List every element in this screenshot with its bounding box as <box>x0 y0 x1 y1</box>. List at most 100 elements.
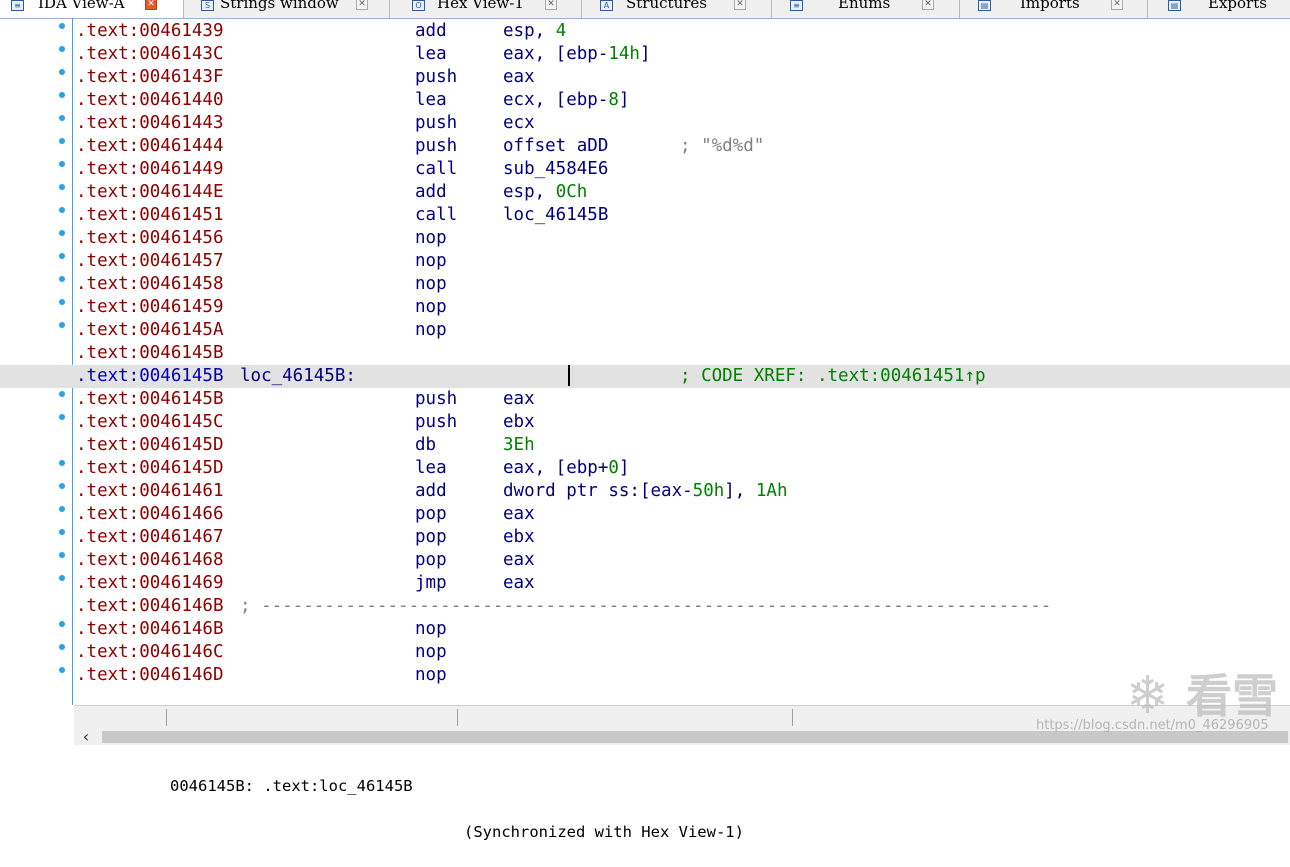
breakpoint-bullet-icon[interactable] <box>59 230 65 236</box>
breakpoint-bullet-icon[interactable] <box>59 506 65 512</box>
operand-text: eax <box>503 504 535 524</box>
tab-hex-view-1[interactable]: O Hex View-1 ✕ <box>390 0 582 18</box>
breakpoint-bullet-icon[interactable] <box>59 299 65 305</box>
close-icon[interactable]: ✕ <box>1111 0 1123 10</box>
row-mnemonic: call <box>415 159 458 179</box>
row-mnemonic: push <box>415 412 458 432</box>
listing-row[interactable]: .text:0046145B <box>0 342 1290 365</box>
listing-row[interactable]: .text:00461457 nop <box>0 250 1290 273</box>
breakpoint-bullet-icon[interactable] <box>59 184 65 190</box>
row-address: .text:0046146B <box>76 619 224 639</box>
listing-row[interactable]: .text:0046143F push eax <box>0 66 1290 89</box>
listing-row[interactable]: .text:0046143C lea eax, [ebp-14h] <box>0 43 1290 66</box>
listing-row[interactable]: .text:0046145B loc_46145B: ; CODE XREF: .t… <box>0 365 1290 388</box>
listing-row[interactable]: .text:00461458 nop <box>0 273 1290 296</box>
breakpoint-bullet-icon[interactable] <box>59 621 65 627</box>
listing-row[interactable]: .text:00461440 lea ecx, [ebp-8] <box>0 89 1290 112</box>
tab-ida-view-a[interactable]: ≡ IDA View-A ✕ <box>0 0 184 18</box>
breakpoint-bullet-icon[interactable] <box>59 644 65 650</box>
row-operands: ecx, [ebp-8] <box>503 89 629 112</box>
listing-row[interactable]: .text:0046145D lea eax, [ebp+0] <box>0 457 1290 480</box>
exports-icon: ▤ <box>1168 0 1181 11</box>
listing-row[interactable]: .text:0046145C push ebx <box>0 411 1290 434</box>
operand-number: 0Ch <box>555 182 588 202</box>
listing-row[interactable]: .text:00461443 push ecx <box>0 112 1290 135</box>
row-comment: ; "%d%d" <box>680 136 765 156</box>
breakpoint-bullet-icon[interactable] <box>59 483 65 489</box>
listing-row[interactable]: .text:0046145A nop <box>0 319 1290 342</box>
tab-exports[interactable]: ▤ Exports <box>1148 0 1290 18</box>
horizontal-scrollbar[interactable]: ‹ <box>74 729 1290 745</box>
scroll-left-arrow-icon[interactable]: ‹ <box>76 729 96 745</box>
row-xref-comment[interactable]: ; CODE XREF: .text:00461451↑p <box>680 365 986 388</box>
listing-row[interactable]: .text:0046146B nop <box>0 618 1290 641</box>
breakpoint-bullet-icon[interactable] <box>59 575 65 581</box>
listing-row[interactable]: .text:00461444 push offset aDD ; "%d%d" <box>0 135 1290 158</box>
row-mnemonic: pop <box>415 550 447 570</box>
listing-row[interactable]: .text:0046145B push eax <box>0 388 1290 411</box>
listing-row[interactable]: .text:00461451 call loc_46145B <box>0 204 1290 227</box>
row-address: .text:0046145B <box>76 343 224 363</box>
row-mnemonic: call <box>415 205 458 225</box>
operand-text: offset aDD <box>503 136 609 156</box>
listing-row[interactable]: .text:00461461 add dword ptr ss:[eax-50h],… <box>0 480 1290 503</box>
tab-strings-window[interactable]: S Strings window ✕ <box>184 0 390 18</box>
listing-row[interactable]: .text:00461456 nop <box>0 227 1290 250</box>
scrollbar-thumb[interactable] <box>102 731 1288 743</box>
listing-row[interactable]: .text:0046145D db 3Eh <box>0 434 1290 457</box>
close-icon[interactable]: ✕ <box>145 0 157 10</box>
breakpoint-bullet-icon[interactable] <box>59 276 65 282</box>
tab-enums[interactable]: ≡ Enums ✕ <box>772 0 960 18</box>
close-icon[interactable]: ✕ <box>545 0 557 10</box>
breakpoint-bullet-icon[interactable] <box>59 115 65 121</box>
close-icon[interactable]: ✕ <box>356 0 368 10</box>
row-operands: eax <box>503 572 535 595</box>
operand-text: eax, [ebp+ <box>503 458 609 478</box>
breakpoint-bullet-icon[interactable] <box>59 92 65 98</box>
listing-row[interactable]: .text:0046146C nop <box>0 641 1290 664</box>
breakpoint-bullet-icon[interactable] <box>59 460 65 466</box>
row-address: .text:0046143C <box>76 44 224 64</box>
listing-row[interactable]: .text:00461467 pop ebx <box>0 526 1290 549</box>
row-address: .text:00461444 <box>76 136 224 156</box>
listing-row[interactable]: .text:00461468 pop eax <box>0 549 1290 572</box>
row-operands: eax <box>503 503 535 526</box>
breakpoint-bullet-icon[interactable] <box>59 529 65 535</box>
close-icon[interactable]: ✕ <box>734 0 746 10</box>
breakpoint-bullet-icon[interactable] <box>59 552 65 558</box>
row-label[interactable]: loc_46145B: <box>240 365 356 388</box>
breakpoint-bullet-icon[interactable] <box>59 23 65 29</box>
tab-structures[interactable]: A Structures ✕ <box>582 0 772 18</box>
breakpoint-bullet-icon[interactable] <box>59 414 65 420</box>
close-icon[interactable]: ✕ <box>922 0 934 10</box>
row-address: .text:00461469 <box>76 573 224 593</box>
imports-icon: ▤ <box>978 0 991 11</box>
breakpoint-bullet-icon[interactable] <box>59 391 65 397</box>
row-mnemonic: nop <box>415 665 447 685</box>
status-divider <box>166 709 167 726</box>
operand-text: dword ptr ss:[eax- <box>503 481 693 501</box>
listing-row[interactable]: .text:00461469 jmp eax <box>0 572 1290 595</box>
listing-row[interactable]: .text:00461449 call sub_4584E6 <box>0 158 1290 181</box>
breakpoint-bullet-icon[interactable] <box>59 253 65 259</box>
listing-row[interactable]: .text:00461459 nop <box>0 296 1290 319</box>
breakpoint-bullet-icon[interactable] <box>59 207 65 213</box>
operand-text: sub_4584E6 <box>503 159 609 179</box>
operand-text: eax <box>503 67 535 87</box>
breakpoint-bullet-icon[interactable] <box>59 667 65 673</box>
breakpoint-bullet-icon[interactable] <box>59 69 65 75</box>
breakpoint-bullet-icon[interactable] <box>59 138 65 144</box>
tab-imports[interactable]: ▤ Imports ✕ <box>960 0 1148 18</box>
listing-row[interactable]: .text:00461439 add esp, 4 <box>0 20 1290 43</box>
listing-row[interactable]: .text:0046144E add esp, 0Ch <box>0 181 1290 204</box>
disassembly-listing[interactable]: .text:00461439 add esp, 4 .text:0046143C lea… <box>0 20 1290 687</box>
listing-row[interactable]: .text:0046146D nop <box>0 664 1290 687</box>
breakpoint-bullet-icon[interactable] <box>59 322 65 328</box>
listing-row[interactable]: .text:00461466 pop eax <box>0 503 1290 526</box>
row-address: .text:00461461 <box>76 481 224 501</box>
breakpoint-bullet-icon[interactable] <box>59 161 65 167</box>
row-operands: ebx <box>503 411 535 434</box>
tab-label: Structures <box>626 0 707 12</box>
breakpoint-bullet-icon[interactable] <box>59 46 65 52</box>
listing-row[interactable]: .text:0046146B ; ------------------------… <box>0 595 1290 618</box>
